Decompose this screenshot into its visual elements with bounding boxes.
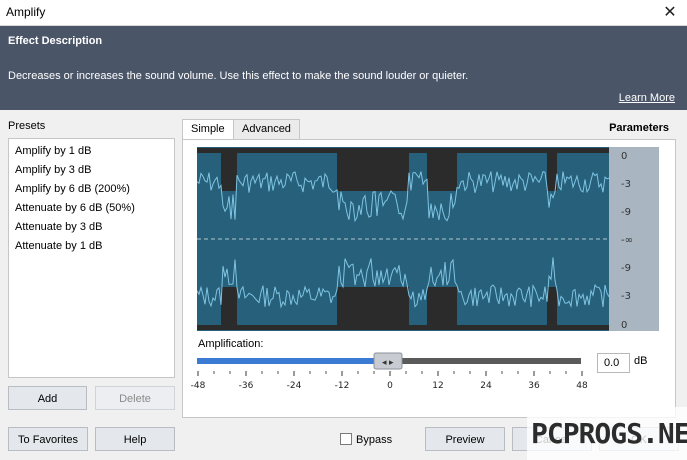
title-bar: Amplify ✕ <box>0 0 687 26</box>
waveform-bottom-bar <box>197 325 609 330</box>
slider-fill <box>197 358 388 364</box>
preset-item[interactable]: Attenuate by 3 dB <box>9 218 174 237</box>
amplification-unit: dB <box>634 355 648 367</box>
bypass-checkbox[interactable]: Bypass <box>340 433 392 446</box>
effect-description-panel: Effect Description Decreases or increase… <box>0 26 687 110</box>
close-icon[interactable]: ✕ <box>659 2 681 24</box>
bypass-checkbox-box[interactable] <box>340 433 352 445</box>
scale-label: 36 <box>528 381 540 391</box>
svg-text:◂: ◂ <box>382 358 387 368</box>
preset-item[interactable]: Amplify by 6 dB (200%) <box>9 180 174 199</box>
scale-label: -12 <box>335 381 350 391</box>
waveform-top-bar <box>197 148 609 153</box>
effect-heading: Effect Description <box>8 35 103 47</box>
preview-button[interactable]: Preview <box>425 427 505 451</box>
help-button[interactable]: Help <box>95 427 175 451</box>
scale-label: 24 <box>480 381 492 391</box>
delete-preset-button[interactable]: Delete <box>95 386 175 410</box>
scale-label: -48 <box>191 381 206 391</box>
tab-simple[interactable]: Simple <box>182 119 234 140</box>
scale-label: 12 <box>432 381 443 391</box>
amplification-scale: -48 -36 -24 -12 0 12 24 36 48 <box>191 371 588 391</box>
scale-label: 0 <box>387 381 393 391</box>
tab-advanced[interactable]: Advanced <box>233 119 300 140</box>
tabs-bar: Simple Advanced <box>182 118 676 140</box>
preset-item[interactable]: Attenuate by 1 dB <box>9 237 174 256</box>
preset-item[interactable]: Attenuate by 6 dB (50%) <box>9 199 174 218</box>
slider-thumb[interactable]: ◂ ▸ <box>373 352 403 370</box>
db-label: -3 <box>621 291 631 302</box>
waveform-display: 0 -3 -9 -∞ -9 -3 0 <box>197 147 659 331</box>
db-label: 0 <box>621 151 627 162</box>
db-label: -∞ <box>621 235 633 246</box>
db-label: 0 <box>621 320 627 331</box>
add-preset-button[interactable]: Add <box>8 386 87 410</box>
learn-more-link[interactable]: Learn More <box>619 92 675 104</box>
parameters-label: Parameters <box>609 122 669 134</box>
scale-label: -24 <box>287 381 302 391</box>
watermark: PCPROGS.NET <box>527 407 687 460</box>
bypass-label: Bypass <box>356 434 393 446</box>
amplification-value-field[interactable]: 0.0 <box>597 353 630 373</box>
svg-text:▸: ▸ <box>389 358 394 368</box>
effect-description: Decreases or increases the sound volume.… <box>8 70 469 82</box>
db-label: -9 <box>621 263 631 274</box>
to-favorites-button[interactable]: To Favorites <box>8 427 88 451</box>
amplification-slider[interactable]: ◂ ▸ <box>197 352 581 370</box>
amplification-label: Amplification: <box>198 338 264 350</box>
window-title: Amplify <box>6 5 46 19</box>
preset-item[interactable]: Amplify by 1 dB <box>9 142 174 161</box>
db-label: -9 <box>621 207 631 218</box>
preset-item[interactable]: Amplify by 3 dB <box>9 161 174 180</box>
scale-label: 48 <box>576 381 588 391</box>
db-label: -3 <box>621 179 631 190</box>
presets-label: Presets <box>8 120 46 132</box>
scale-label: -36 <box>239 381 254 391</box>
presets-list[interactable]: Amplify by 1 dB Amplify by 3 dB Amplify by… <box>8 138 175 378</box>
